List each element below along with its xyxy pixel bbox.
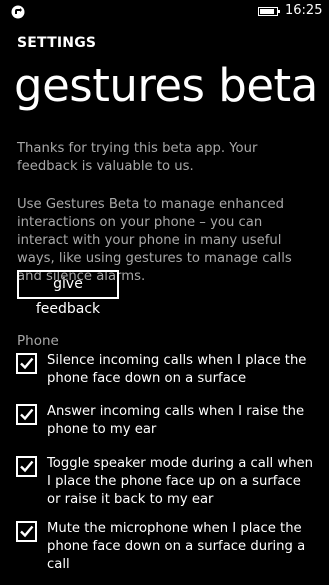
page-title: gestures beta bbox=[14, 59, 318, 112]
option-label: Silence incoming calls when I place the … bbox=[47, 353, 307, 386]
checkmark-icon bbox=[20, 357, 34, 370]
option-label: Mute the microphone when I place the pho… bbox=[47, 521, 306, 572]
checkbox[interactable] bbox=[16, 404, 37, 425]
group-label-phone: Phone bbox=[17, 333, 59, 349]
give-feedback-button[interactable]: give feedback bbox=[17, 270, 119, 317]
status-bar: 16:25 bbox=[0, 0, 329, 22]
checkbox[interactable] bbox=[16, 456, 37, 477]
clock: 16:25 bbox=[285, 3, 323, 18]
option-label: Toggle speaker mode during a call when I… bbox=[47, 456, 313, 507]
checkmark-icon bbox=[20, 460, 34, 473]
section-label: SETTINGS bbox=[17, 35, 97, 51]
checkmark-icon bbox=[20, 408, 34, 421]
option-label: Answer incoming calls when I raise the p… bbox=[47, 404, 305, 437]
app-status-icon bbox=[11, 4, 25, 19]
checkbox[interactable] bbox=[16, 353, 37, 374]
intro-text: Thanks for trying this beta app. Your fe… bbox=[17, 141, 258, 174]
checkbox[interactable] bbox=[16, 521, 37, 542]
battery-icon bbox=[258, 7, 280, 16]
checkmark-icon bbox=[20, 525, 34, 538]
